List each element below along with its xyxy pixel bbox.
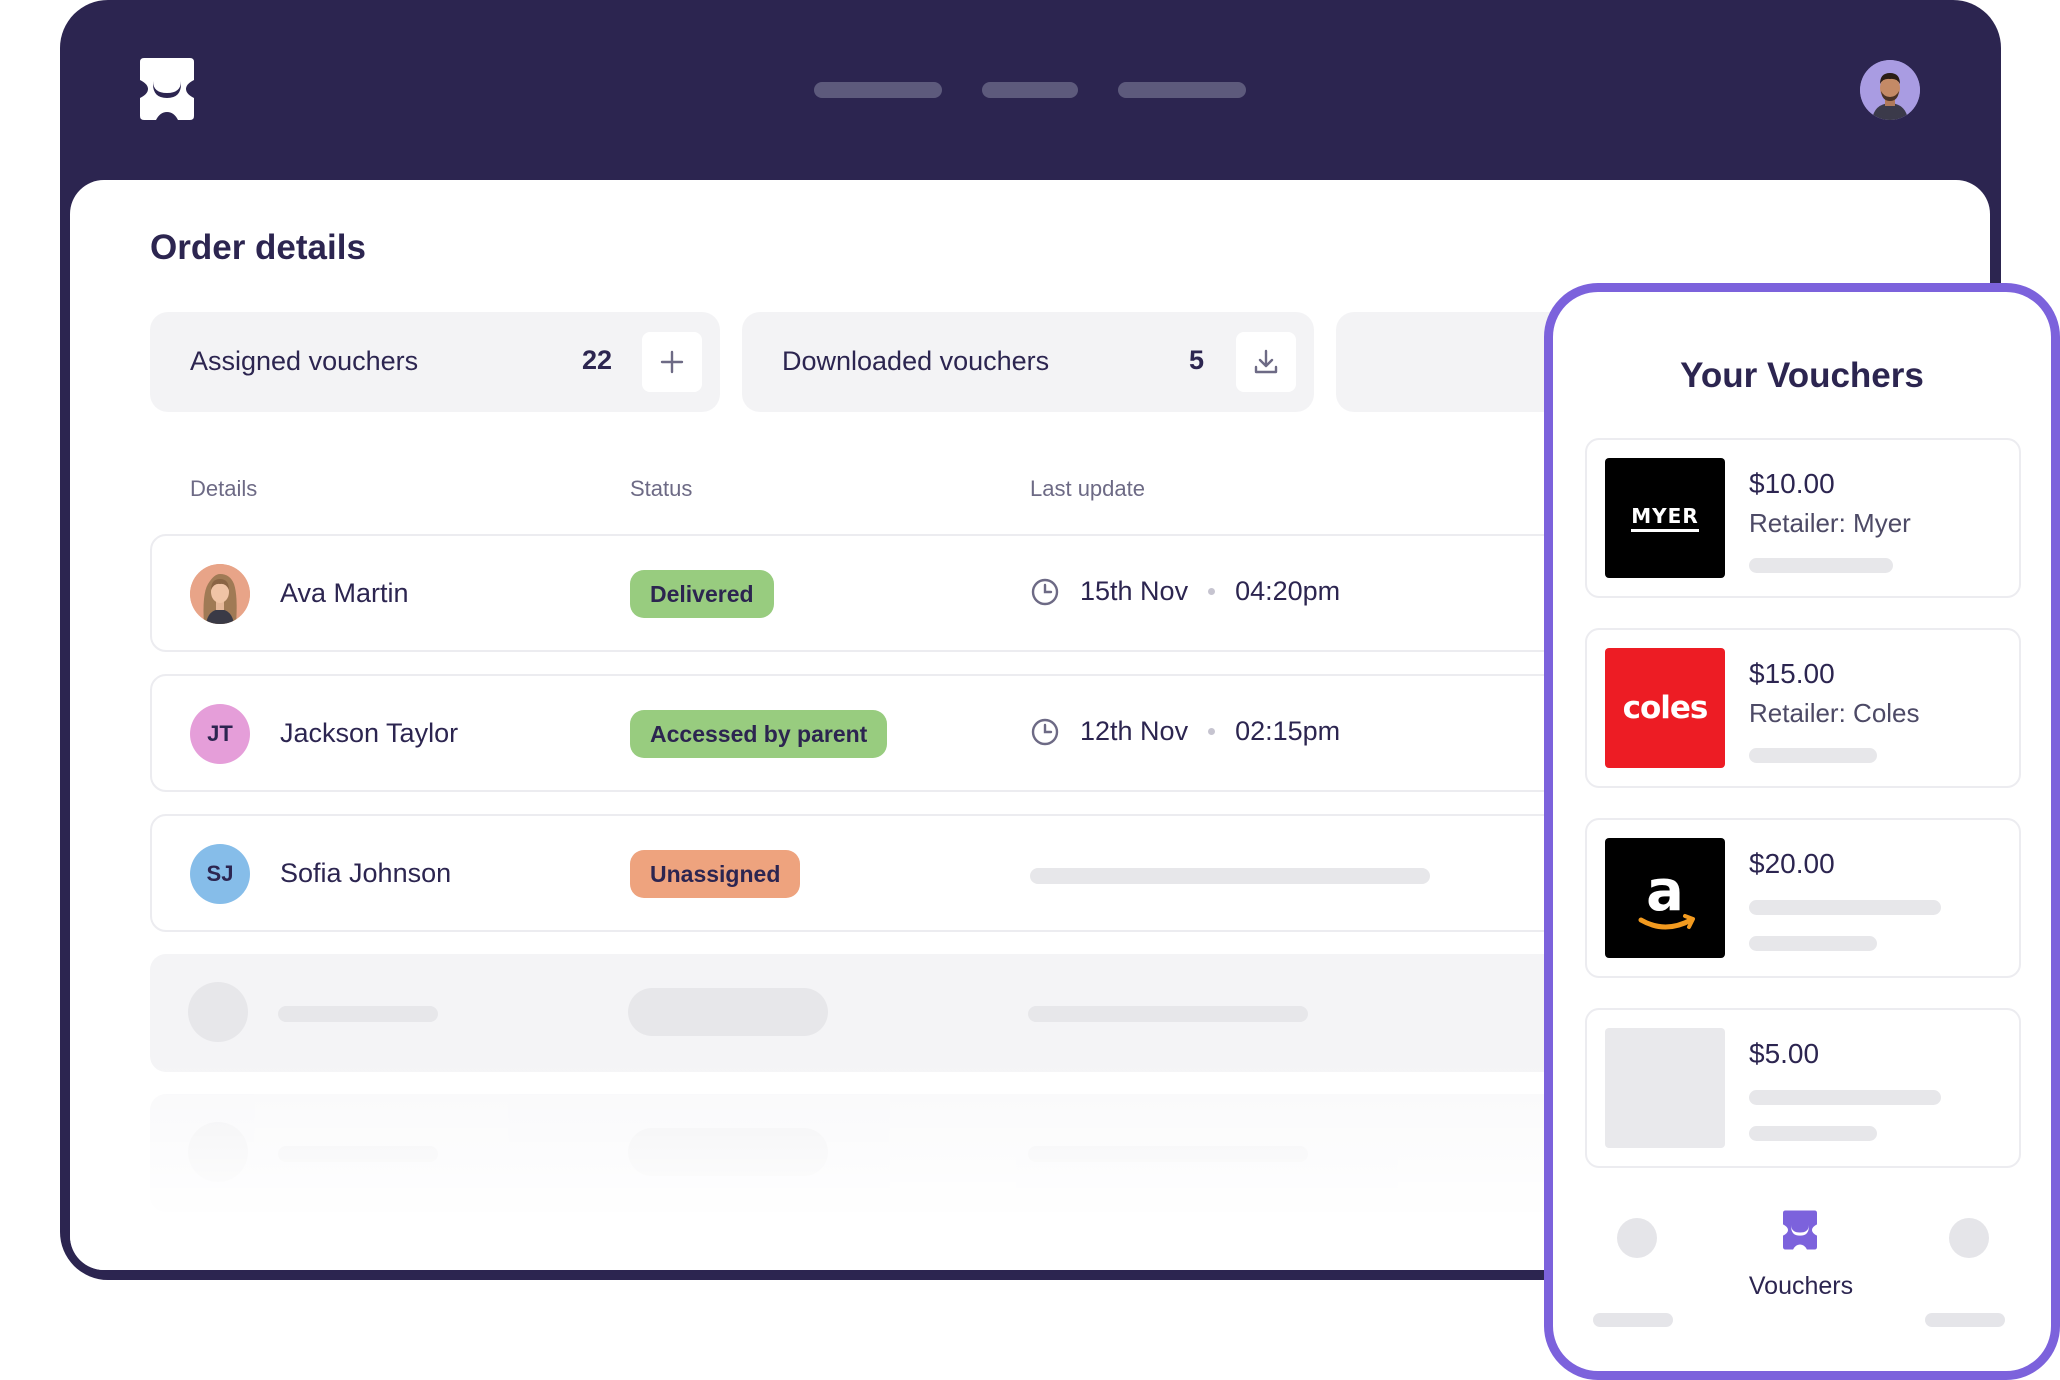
skeleton-line [1028,1006,1308,1022]
column-header-details[interactable]: Details [190,476,257,502]
stat-value: 5 [1189,345,1205,375]
nav-link-placeholder-2[interactable] [982,82,1078,98]
status-badge: Accessed by parent [630,710,888,758]
voucher-retailer: Retailer: Myer [1749,508,1911,538]
voucher-logo-placeholder [1605,1028,1725,1148]
update-date: 15th Nov [1080,576,1189,606]
tab-icon-placeholder[interactable] [1949,1218,1989,1258]
download-icon [1254,349,1278,374]
customer-name: Sofia Johnson [280,858,452,888]
last-update-placeholder [1030,868,1430,884]
skeleton-line [278,1006,438,1022]
column-header-status[interactable]: Status [630,476,692,502]
status-badge: Delivered [630,570,774,618]
stat-label: Assigned vouchers [190,346,419,376]
separator-dot [1208,588,1216,595]
coles-logo: coles [1605,648,1725,768]
clock-icon [1031,578,1059,605]
logo-text: a [1646,859,1684,924]
skeleton-line [1749,748,1877,763]
skeleton-line [1749,1090,1941,1105]
assigned-vouchers-card: Assigned vouchers 22 [150,312,720,412]
tab-label-placeholder [1925,1313,2005,1327]
top-navigation-bar [60,0,2001,180]
skeleton-line [1749,936,1877,951]
woman-avatar-icon [190,564,250,624]
tab-icon-placeholder[interactable] [1617,1218,1657,1258]
voucher-retailer: Retailer: Coles [1749,698,1920,728]
tab-label: Vouchers [1748,1272,1854,1300]
nav-link-placeholder-3[interactable] [1118,82,1246,98]
page-title: Order details [150,228,366,267]
add-voucher-button[interactable] [642,332,702,392]
tab-vouchers[interactable]: Vouchers [1733,1200,1869,1310]
avatar [190,564,250,624]
downloaded-vouchers-card: Downloaded vouchers 5 [742,312,1314,412]
voucher-card-coles[interactable]: coles $15.00 Retailer: Coles [1585,628,2021,788]
nav-link-placeholder-1[interactable] [814,82,942,98]
last-update: 15th Nov 04:20pm [1030,576,1340,607]
voucher-logo-icon[interactable] [140,58,194,120]
avatar: SJ [190,844,250,904]
status-badge: Unassigned [630,850,801,898]
voucher-amount: $20.00 [1749,848,1835,879]
voucher-amount: $15.00 [1749,658,1835,689]
voucher-card[interactable]: $5.00 [1585,1008,2021,1168]
plus-icon [660,350,684,374]
avatar: JT [190,704,250,764]
voucher-amount: $10.00 [1749,468,1835,499]
logo-text: MYER [1631,504,1699,532]
update-time: 02:15pm [1235,716,1341,746]
voucher-icon [1783,1210,1817,1250]
column-header-last-update[interactable]: Last update [1030,476,1145,502]
voucher-amount: $5.00 [1749,1038,1820,1069]
profile-avatar[interactable] [1860,60,1920,120]
man-avatar-icon [1860,60,1920,120]
skeleton-line [1749,558,1893,573]
tab-label-placeholder [1593,1313,1673,1327]
customer-name: Jackson Taylor [280,718,459,748]
update-time: 04:20pm [1235,576,1341,606]
download-button[interactable] [1236,332,1296,392]
last-update: 12th Nov 02:15pm [1030,716,1340,747]
skeleton-avatar [188,982,248,1042]
voucher-card-amazon[interactable]: a $20.00 [1585,818,2021,978]
amazon-logo: a [1605,838,1725,958]
clock-icon [1031,718,1059,745]
skeleton-line [1749,900,1941,915]
skeleton-line [1749,1126,1877,1141]
myer-logo: MYER [1605,458,1725,578]
stat-label: Downloaded vouchers [782,346,1050,376]
customer-name: Ava Martin [280,578,409,608]
skeleton-badge [628,988,828,1036]
voucher-card-myer[interactable]: MYER $10.00 Retailer: Myer [1585,438,2021,598]
mobile-vouchers-screen: Your Vouchers MYER $10.00 Retailer: Myer… [1544,283,2060,1380]
separator-dot [1208,728,1216,735]
amazon-logo-icon: a [1638,859,1695,930]
stat-value: 22 [582,345,613,375]
phone-title: Your Vouchers [1680,356,1924,395]
update-date: 12th Nov [1080,716,1189,746]
